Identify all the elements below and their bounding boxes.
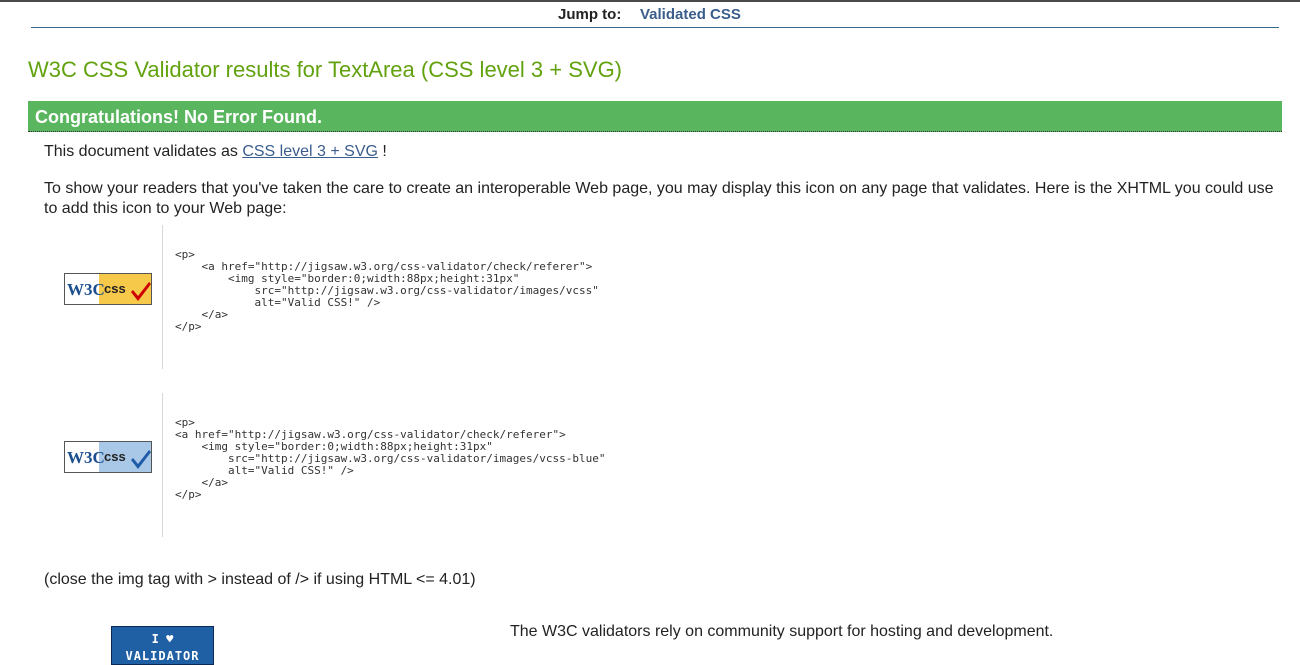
valid-css-badge-gold[interactable]: W3C css [64, 273, 152, 305]
css-profile-link[interactable]: CSS level 3 + SVG [242, 143, 378, 160]
icon-instructions: To show your readers that you've taken t… [44, 180, 1274, 217]
donate-line1: I ♥ [151, 632, 174, 646]
page-title: W3C CSS Validator results for TextArea (… [28, 57, 623, 82]
i-love-validator-button[interactable]: I ♥ VALIDATOR [111, 626, 214, 665]
result-banner-text: Congratulations! No Error Found. [35, 107, 322, 127]
result-banner: Congratulations! No Error Found. [28, 101, 1282, 132]
badge-code: <p> <a href="http://jigsaw.w3.org/css-va… [175, 248, 599, 333]
w3c-css-badge-icon: W3C css [65, 274, 151, 304]
jump-nav: Jump to: Validated CSS [31, 0, 1279, 28]
validates-line: This document validates as CSS level 3 +… [44, 143, 387, 161]
w3c-css-badge-blue-icon: W3C css [65, 442, 151, 472]
badge-blue-code-block: <p> <a href="http://jigsaw.w3.org/css-va… [162, 393, 763, 537]
badge-w3c-text: W3C [67, 280, 105, 299]
badge-blue-code: <p> <a href="http://jigsaw.w3.org/css-va… [175, 416, 606, 501]
badge-code-block: <p> <a href="http://jigsaw.w3.org/css-va… [162, 225, 763, 369]
validates-suffix: ! [382, 143, 387, 160]
badge-w3c-text: W3C [67, 448, 105, 467]
community-support-text: The W3C validators rely on community sup… [510, 623, 1054, 640]
validates-prefix: This document validates as [44, 143, 238, 160]
jump-label: Jump to: [558, 6, 622, 23]
badge-css-text: css [104, 281, 126, 296]
badge-css-text: css [104, 449, 126, 464]
donate-line2: VALIDATOR [125, 649, 200, 663]
jump-link-validated-css[interactable]: Validated CSS [640, 6, 741, 23]
valid-css-badge-blue[interactable]: W3C css [64, 441, 152, 473]
close-tag-note: (close the img tag with > instead of /> … [44, 571, 476, 588]
